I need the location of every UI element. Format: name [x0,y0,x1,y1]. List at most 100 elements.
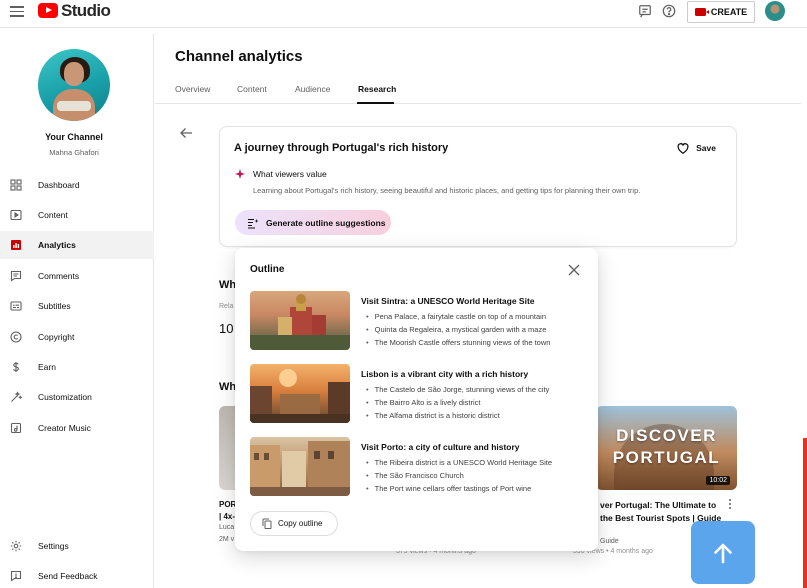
outline-item: Visit Sintra: a UNESCO World Heritage Si… [250,291,590,353]
sidebar-item-label: Settings [38,541,69,551]
earn-icon [13,362,19,372]
youtube-studio-page: Studio CREATE Your Channel Mahna Ghafori… [0,0,807,588]
video-title-partial[interactable]: POR | 4x- [219,499,236,523]
outline-bullet: The Alfama district is a historic distri… [366,411,500,420]
sidebar-item-label: Creator Music [38,423,91,433]
top-bar: Studio CREATE [0,0,807,28]
outline-heading: Lisbon is a vibrant city with a rich his… [361,369,529,379]
sidebar-item-content[interactable]: Content [0,201,154,229]
save-label: Save [696,143,716,153]
tab-overview[interactable]: Overview [175,84,210,94]
research-topic-card: A journey through Portugal's rich histor… [219,126,737,247]
sidebar-item-settings[interactable]: Settings [0,532,154,560]
sidebar-item-label: Subtitles [38,301,71,311]
sidebar-item-comments[interactable]: Comments [0,262,154,290]
sidebar-item-send-feedback[interactable]: Send Feedback [0,562,154,588]
tab-content[interactable]: Content [237,84,267,94]
video-views-partial: 2M v [219,536,235,543]
outline-heading: Visit Porto: a city of culture and histo… [361,442,520,452]
close-icon[interactable] [568,264,580,276]
account-avatar[interactable] [765,1,785,21]
analytics-icon [11,240,21,250]
sidebar-item-label: Earn [38,362,56,372]
sidebar-item-customization[interactable]: Customization [0,383,154,411]
tab-audience[interactable]: Audience [295,84,330,94]
decorative-edge [803,438,807,588]
sidebar-item-label: Comments [38,271,80,281]
channel-name: Your Channel [45,132,103,142]
feedback-icon[interactable] [638,4,652,18]
settings-icon [10,540,22,552]
outline-bullet: Pena Palace, a fairytale castle on top o… [366,312,546,321]
video-duration: 10:02 [706,476,730,485]
outline-sparkle-icon [248,218,259,229]
help-icon[interactable] [662,4,676,18]
viewers-value-description: Learning about Portugal's rich history, … [253,186,641,195]
outline-bullet: The Castelo de São Jorge, stunning views… [366,385,550,394]
outline-bullet: The Ribeira district is a UNESCO World H… [366,458,552,467]
subtitles-icon [10,301,22,311]
outline-bullet: The Port wine cellars offer tastings of … [366,484,532,493]
video-channel-partial: Luca [219,524,235,531]
create-button[interactable]: CREATE [687,1,755,23]
comments-icon [10,270,22,282]
sidebar-item-label: Send Feedback [38,571,98,581]
outline-item: Visit Porto: a city of culture and histo… [250,437,590,499]
outline-title: Outline [250,264,285,275]
copy-icon [262,518,272,529]
more-options-icon[interactable] [726,498,734,510]
copyright-icon [10,331,22,343]
sidebar-item-copyright[interactable]: Copyright [0,323,154,351]
discover-video-channel: Guide [600,538,619,545]
sintra-thumbnail [250,291,350,350]
sidebar-item-analytics[interactable]: Analytics [0,231,154,259]
channel-avatar[interactable] [38,49,110,121]
outline-heading: Visit Sintra: a UNESCO World Heritage Si… [361,296,535,306]
customization-icon [11,391,22,402]
discover-portugal-thumbnail[interactable]: DISCOVER PORTUGAL 10:02 [596,406,737,490]
studio-label: Studio [61,1,111,20]
menu-icon[interactable] [10,6,24,18]
camera-icon [694,8,710,16]
generate-outline-button[interactable]: Generate outline suggestions [235,210,391,235]
outline-bullet: The Bairro Alto is a lively district [366,398,481,407]
outline-bullet: The São Francisco Church [366,471,464,480]
section-heading-partial: Wh [219,381,237,393]
section-heading-partial: Wh [219,279,237,291]
sidebar-item-label: Copyright [38,332,75,342]
sidebar-item-subtitles[interactable]: Subtitles [0,292,154,320]
sidebar-item-earn[interactable]: Earn [0,353,154,381]
sparkle-icon [235,169,245,179]
back-arrow-icon[interactable] [179,126,193,140]
tab-research[interactable]: Research [358,84,396,94]
page-title: Channel analytics [175,48,303,65]
outline-dialog: Outline Visit Sintra: a UNESCO World Her… [235,248,598,551]
feedback-icon [10,570,22,582]
porto-thumbnail [250,437,350,496]
active-tab-indicator [357,102,394,104]
heart-icon [677,143,689,154]
outline-item: Lisbon is a vibrant city with a rich his… [250,364,590,426]
sidebar-item-creator-music[interactable]: Creator Music [0,414,154,442]
outline-bullet: The Moorish Castle offers stunning views… [366,338,551,347]
create-label: CREATE [710,7,748,17]
analytics-tabs: Overview Content Audience Research [155,76,801,104]
generate-outline-label: Generate outline suggestions [266,217,386,228]
thumbnail-text-line: DISCOVER [616,426,717,445]
scroll-to-top-button[interactable] [691,521,755,584]
outline-bullet: Quinta da Regaleira, a mystical garden w… [366,325,547,334]
sidebar-item-dashboard[interactable]: Dashboard [0,171,154,199]
channel-owner: Mahna Ghafori [49,148,99,157]
sidebar-item-label: Content [38,210,68,220]
section-subtext-partial: Rela [219,303,234,310]
copy-outline-button[interactable]: Copy outline [250,511,338,536]
metric-value-partial: 10 [219,321,234,336]
sidebar-item-label: Analytics [38,240,76,250]
save-button[interactable]: Save [676,141,716,155]
sidebar-item-label: Dashboard [38,180,80,190]
sidebar-item-label: Customization [38,392,92,402]
content-icon [10,209,22,221]
youtube-logo[interactable] [38,3,58,18]
viewers-value-label: What viewers value [253,169,327,179]
thumbnail-text-line: PORTUGAL [612,448,721,467]
